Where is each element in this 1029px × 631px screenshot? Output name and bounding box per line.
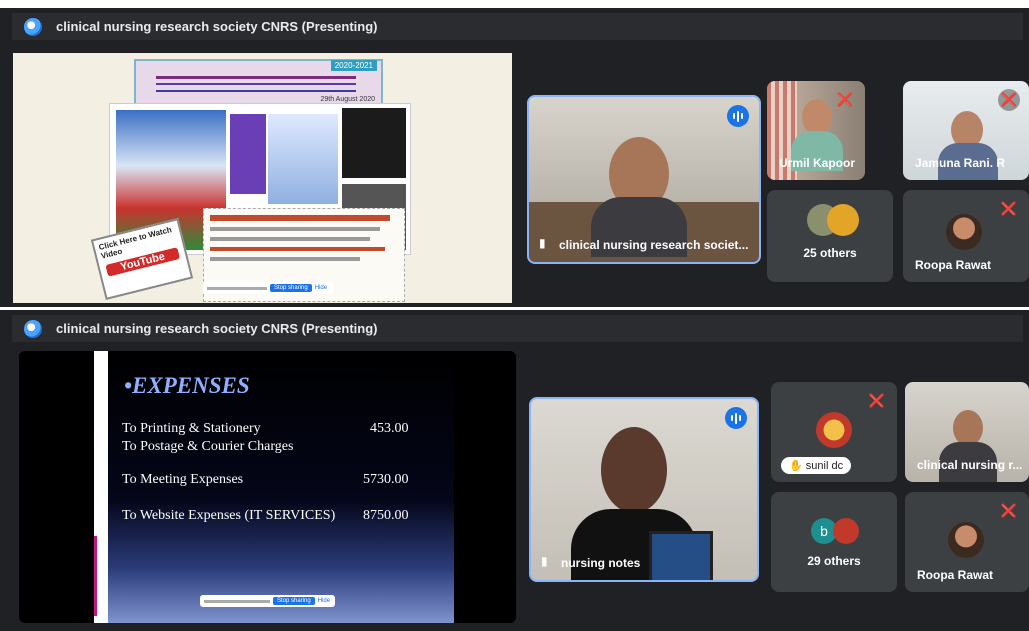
participant-video	[601, 427, 667, 513]
photo-frame	[649, 531, 713, 580]
expense-row-label: To Printing & Stationery	[122, 421, 261, 436]
avatar	[816, 412, 852, 448]
participant-tile-clinical[interactable]: clinical nursing r...	[905, 382, 1029, 482]
pin-icon[interactable]: ▮	[539, 236, 546, 250]
hand-icon: ✋	[789, 460, 803, 472]
sharing-bar: Stop sharing Hide	[200, 595, 335, 607]
participant-name: Roopa Rawat	[915, 258, 992, 272]
hide-button[interactable]: Hide	[318, 598, 330, 604]
slide: •EXPENSES To Printing & Stationery 453.0…	[94, 351, 454, 623]
participant-name: Roopa Rawat	[917, 568, 994, 582]
expense-row-amount: 8750.00	[363, 508, 409, 523]
participant-name: Jamuna Rani. R	[915, 156, 1006, 170]
year-badge: 2020-2021	[330, 60, 377, 71]
webinar-date: 29th August 2020	[320, 96, 376, 103]
hide-button[interactable]: Hide	[315, 285, 327, 291]
avatar	[948, 522, 984, 558]
name-chip: ✋ sunil dc	[781, 457, 852, 474]
meet-logo-icon	[24, 17, 42, 36]
expense-row-label: To Website Expenses (IT SERVICES)	[122, 508, 336, 523]
participant-name: clinical nursing r...	[917, 458, 1023, 472]
others-count: 25 others	[803, 246, 857, 260]
participant-name: Urmil Kapoor	[779, 156, 856, 170]
participant-tile-jamuna[interactable]: ❌ Jamuna Rani. R	[903, 81, 1029, 180]
participant-tile-sunil[interactable]: ❌ ✋ sunil dc	[771, 382, 897, 482]
expense-row-amount: 5730.00	[363, 472, 409, 487]
avatar	[833, 518, 859, 544]
meeting-screenshot-bottom: clinical nursing research society CNRS (…	[0, 310, 1029, 631]
expense-row-label: To Postage & Courier Charges	[122, 439, 294, 454]
avatar	[946, 214, 982, 250]
expense-row-label: To Meeting Expenses	[122, 472, 244, 487]
others-count: 29 others	[807, 554, 861, 568]
shared-screen: 2020-2021 29th August 2020 Click Here to…	[13, 53, 512, 303]
slide-title-banner: 2020-2021 29th August 2020	[134, 59, 383, 107]
mic-off-icon: ❌	[998, 89, 1020, 111]
participant-name: clinical nursing research societ...	[559, 238, 749, 252]
participant-tile-roopa[interactable]: ❌ Roopa Rawat	[905, 492, 1029, 592]
speaking-indicator-icon	[725, 407, 747, 429]
slide-heading: •EXPENSES	[124, 373, 250, 398]
presenting-title: clinical nursing research society CNRS (…	[56, 19, 378, 34]
pin-icon[interactable]: ▮	[541, 554, 548, 568]
speaking-indicator-icon	[727, 105, 749, 127]
participant-tile-roopa[interactable]: ❌ Roopa Rawat	[903, 190, 1029, 282]
participant-tile-urmil[interactable]: ❌ Urmil Kapoor	[767, 81, 865, 180]
presenting-title-bar: clinical nursing research society CNRS (…	[12, 315, 1023, 342]
meet-logo-icon	[24, 319, 42, 338]
shared-screen: •EXPENSES To Printing & Stationery 453.0…	[19, 351, 516, 623]
mic-off-icon: ❌	[868, 393, 886, 408]
featured-video-tile[interactable]: ▮ nursing notes	[529, 397, 759, 582]
featured-video-tile[interactable]: ▮ clinical nursing research societ...	[527, 95, 761, 264]
mic-off-icon: ❌	[1000, 201, 1018, 216]
others-tile[interactable]: 25 others	[767, 190, 893, 282]
avatar	[827, 204, 859, 236]
sharing-bar: Stop sharing Hide	[203, 282, 333, 294]
presenting-title: clinical nursing research society CNRS (…	[56, 321, 378, 336]
meeting-screenshot-top: clinical nursing research society CNRS (…	[0, 8, 1029, 307]
presenting-title-bar: clinical nursing research society CNRS (…	[12, 13, 1023, 40]
participant-name: sunil dc	[805, 460, 844, 472]
participant-video	[953, 410, 983, 446]
stop-sharing-button[interactable]: Stop sharing	[273, 597, 315, 605]
stop-sharing-button[interactable]: Stop sharing	[270, 284, 312, 292]
mic-off-icon: ❌	[1000, 503, 1018, 518]
expense-row-amount: 453.00	[370, 421, 409, 436]
participant-video	[802, 99, 832, 135]
participant-name: nursing notes	[561, 556, 641, 570]
others-tile[interactable]: b 29 others	[771, 492, 897, 592]
youtube-sticker: Click Here to Watch Video YouTube	[90, 218, 194, 300]
mic-off-icon: ❌	[836, 92, 854, 107]
